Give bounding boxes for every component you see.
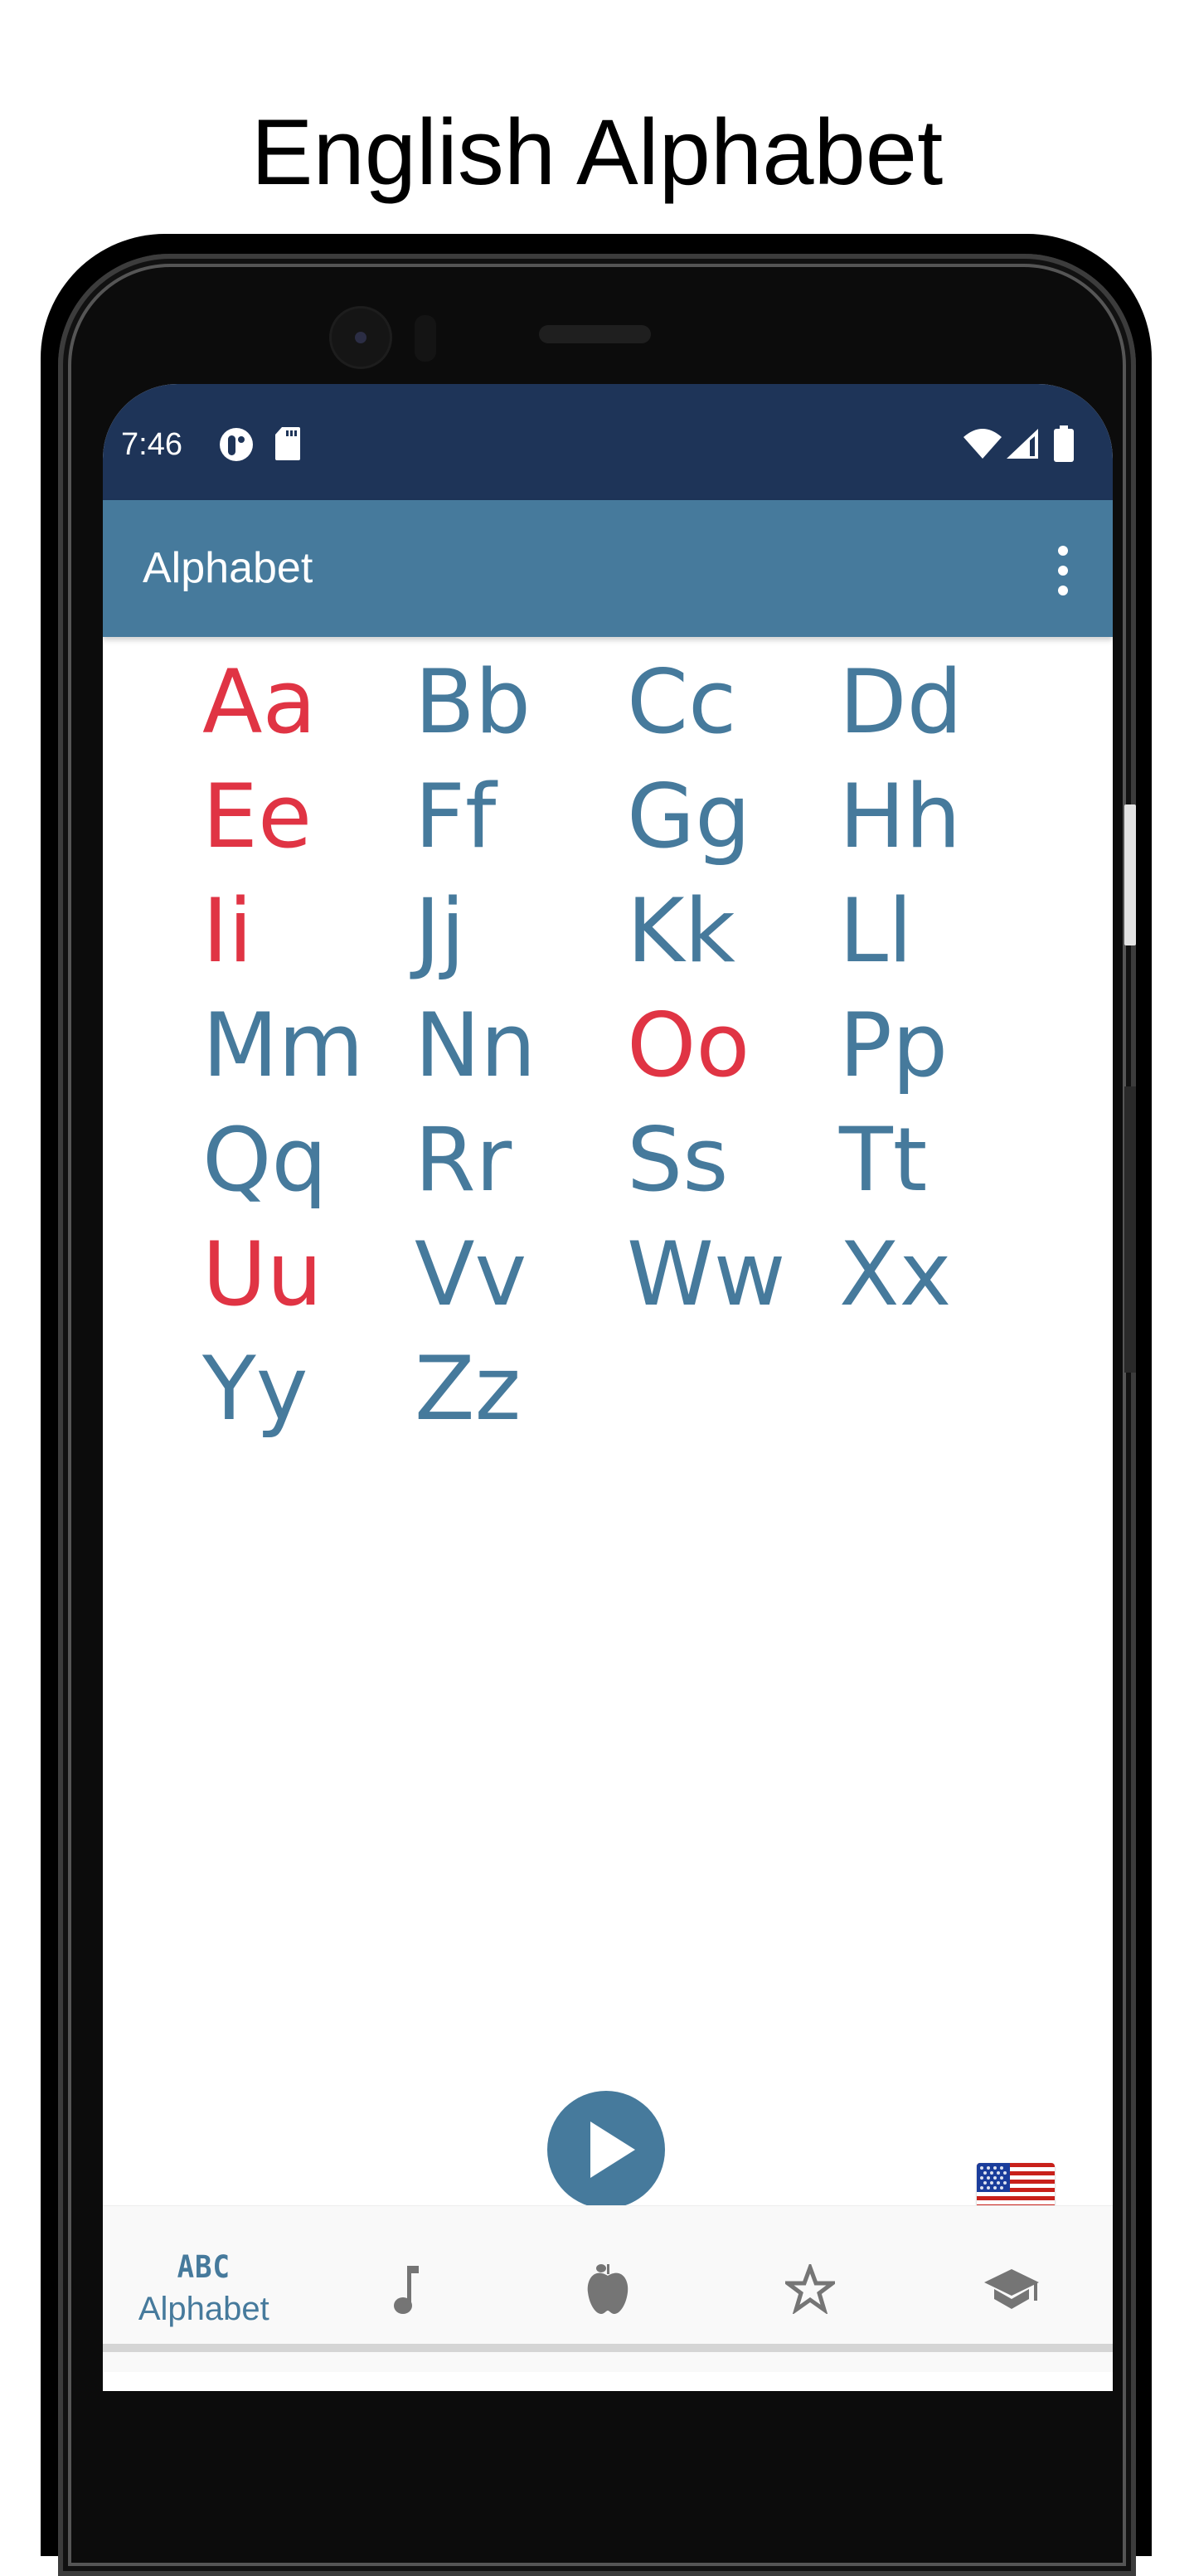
status-bar: 7:46 — [103, 384, 1113, 500]
proximity-sensor — [415, 315, 436, 362]
letter-tile[interactable]: Hh — [839, 760, 1051, 874]
nav-bar-divider — [103, 2344, 1113, 2352]
graduation-cap-icon — [984, 2269, 1040, 2309]
letter-tile[interactable]: Pp — [839, 989, 1051, 1103]
phone-screen: 7:46 Alphabet Aa Bb Cc Dd Ee Ff Gg Hh Ii Jj Kk Ll Mm… — [103, 384, 1113, 2391]
app-title: Alphabet — [143, 544, 313, 592]
letter-tile[interactable]: Rr — [415, 1103, 627, 1218]
letter-tile[interactable]: Vv — [415, 1218, 627, 1332]
play-button[interactable] — [547, 2091, 665, 2209]
battery-icon — [1053, 425, 1075, 465]
letter-tile[interactable]: Yy — [202, 1332, 415, 1446]
phone-power-button — [1124, 804, 1136, 945]
letter-tile[interactable]: Xx — [839, 1218, 1051, 1332]
status-time: 7:46 — [121, 427, 182, 462]
letter-tile[interactable]: Tt — [839, 1103, 1051, 1218]
letter-tile[interactable]: Ee — [202, 760, 415, 874]
wifi-icon — [963, 427, 1002, 464]
front-camera — [332, 309, 390, 367]
letter-tile[interactable]: Aa — [202, 645, 415, 760]
letter-tile[interactable]: Uu — [202, 1218, 415, 1332]
letter-tile[interactable]: Qq — [202, 1103, 415, 1218]
letter-tile[interactable]: Gg — [627, 760, 839, 874]
phone-volume-button — [1124, 1086, 1136, 1373]
cell-signal-icon — [1007, 427, 1040, 464]
app-bar: Alphabet — [103, 500, 1113, 637]
more-vert-icon[interactable] — [1046, 546, 1080, 595]
app-notification-icon — [219, 427, 254, 465]
nav-item-label: Alphabet — [138, 2290, 269, 2327]
letter-tile[interactable]: Bb — [415, 645, 627, 760]
letter-tile[interactable]: Dd — [839, 645, 1051, 760]
letter-tile[interactable]: Oo — [627, 989, 839, 1103]
page-title: English Alphabet — [250, 100, 944, 204]
abc-icon: ABC — [177, 2248, 231, 2286]
letter-tile[interactable]: Ll — [839, 874, 1051, 989]
earpiece-speaker — [539, 325, 651, 343]
letter-tile[interactable]: Ff — [415, 760, 627, 874]
letter-tile[interactable]: Ss — [627, 1103, 839, 1218]
letter-tile[interactable]: Kk — [627, 874, 839, 989]
letter-tile[interactable]: Mm — [202, 989, 415, 1103]
letter-tile[interactable]: Jj — [415, 874, 627, 989]
letter-tile[interactable]: Ww — [627, 1218, 839, 1332]
alphabet-grid: Aa Bb Cc Dd Ee Ff Gg Hh Ii Jj Kk Ll Mm Nn Oo Pp Qq Rr Ss Tt… — [202, 645, 1065, 1446]
apple-icon — [587, 2264, 629, 2314]
play-icon — [590, 2122, 635, 2178]
letter-tile[interactable]: Zz — [415, 1332, 627, 1446]
music-note-icon — [394, 2266, 420, 2314]
sd-card-icon — [275, 427, 300, 464]
letter-tile[interactable]: Ii — [202, 874, 415, 989]
letter-tile[interactable]: Cc — [627, 645, 839, 760]
letter-tile[interactable]: Nn — [415, 989, 627, 1103]
star-icon — [784, 2264, 835, 2314]
